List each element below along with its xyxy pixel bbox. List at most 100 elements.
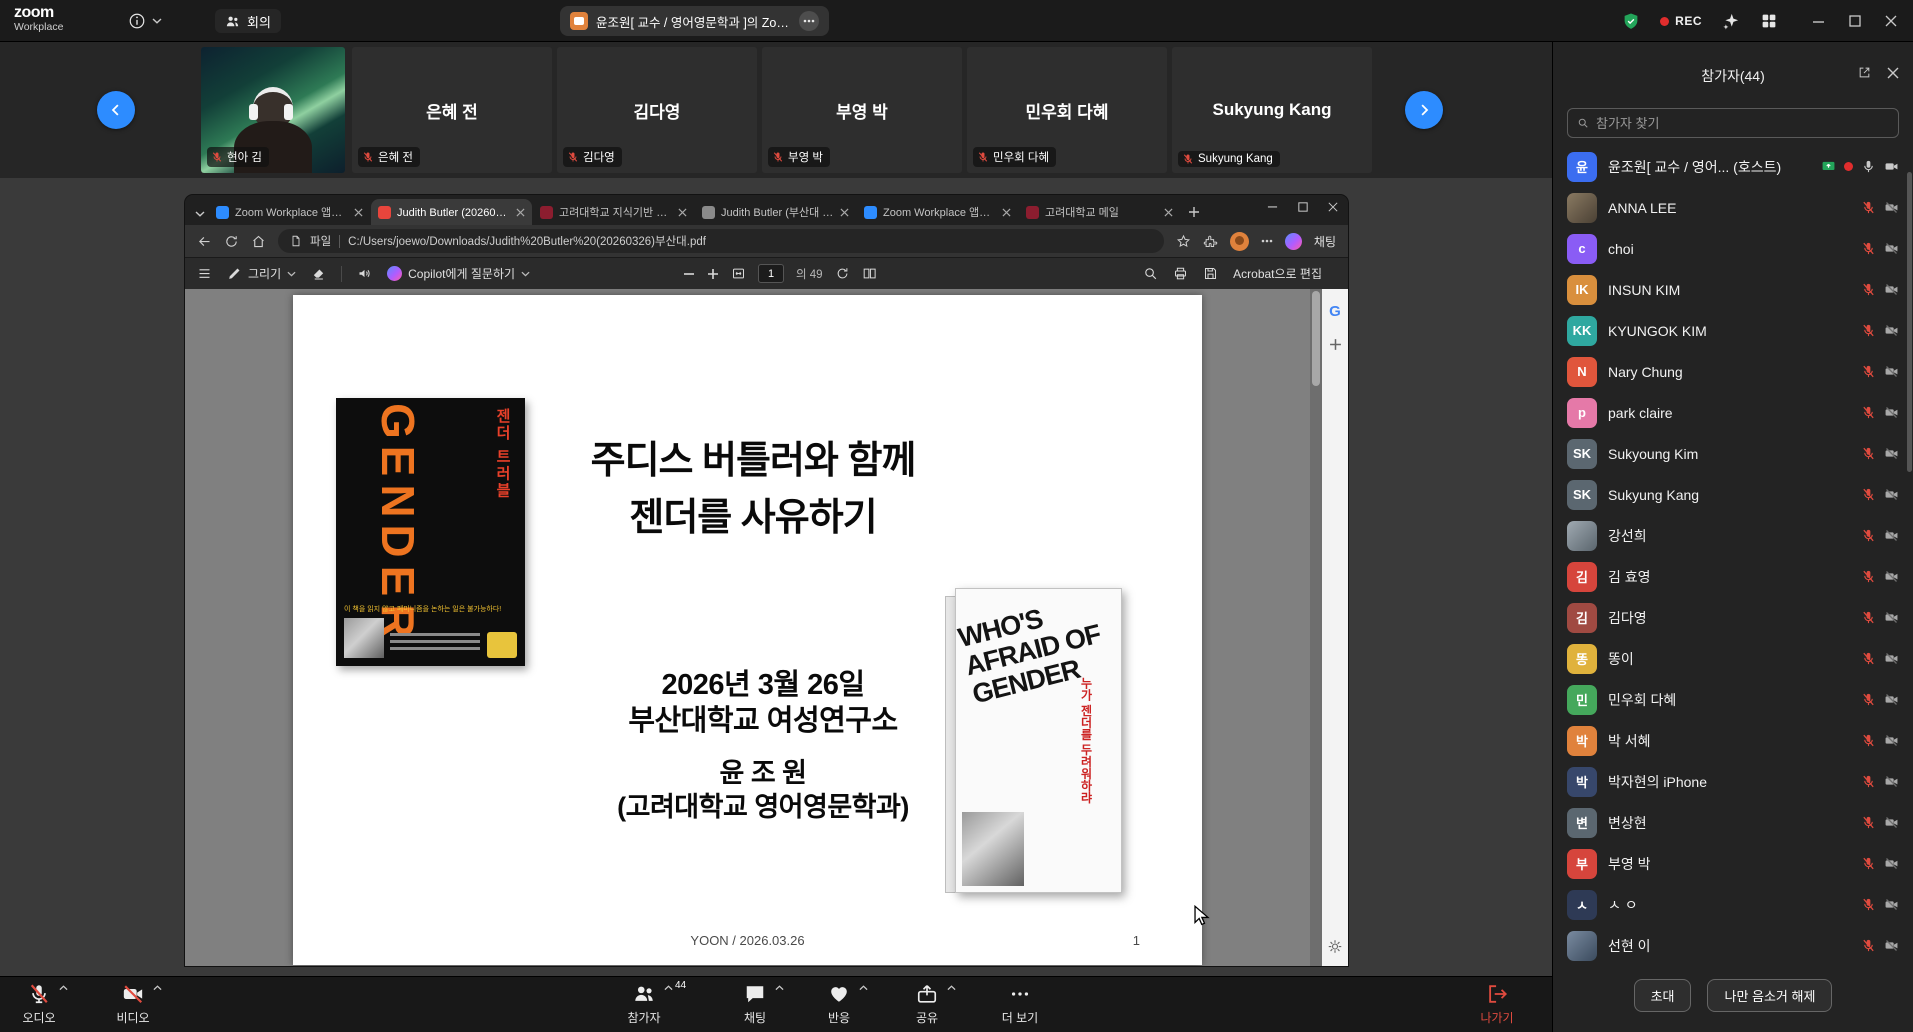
browser-maximize-icon[interactable] [1298,202,1308,212]
tab-search-icon[interactable] [195,211,205,217]
browser-tab[interactable]: Zoom Workplace 앱에서 참가 [209,199,370,225]
participant-row[interactable]: ANNA LEE [1553,187,1913,228]
video-button[interactable]: 비디오 [100,982,166,1026]
video-options-chevron[interactable] [153,985,162,991]
browser-tab[interactable]: Judith Butler (부산대 여성연구소) [695,199,856,225]
print-icon[interactable] [1173,266,1188,281]
pdf-scrollbar[interactable] [1310,289,1322,966]
popout-panel-icon[interactable] [1858,66,1871,79]
ai-companion-icon[interactable] [1722,12,1740,30]
participant-row[interactable]: c choi [1553,228,1913,269]
participant-row[interactable]: 부 부영 박 [1553,843,1913,884]
refresh-icon[interactable] [224,234,239,249]
browser-tab[interactable]: Zoom Workplace 앱에서 참가 [857,199,1018,225]
apps-grid-icon[interactable] [1760,12,1778,30]
participants-options-chevron[interactable] [664,985,673,991]
unmute-all-button[interactable]: 나만 음소거 해제 [1707,979,1832,1012]
minimize-icon[interactable] [1812,15,1825,28]
security-shield-icon[interactable] [1622,12,1640,30]
participant-row[interactable]: 민 민우회 다혜 [1553,679,1913,720]
fit-page-icon[interactable] [731,266,746,281]
more-button[interactable]: 더 보기 [987,982,1053,1026]
participant-row[interactable]: SK Sukyung Kang [1553,474,1913,515]
participant-row[interactable]: 김 김 효영 [1553,556,1913,597]
reactions-options-chevron[interactable] [859,985,868,991]
share-options-chevron[interactable] [947,985,956,991]
copilot-icon[interactable] [1285,233,1302,250]
read-aloud-icon[interactable] [357,266,372,281]
zoom-in-icon[interactable] [707,268,719,280]
favorite-star-icon[interactable] [1176,234,1191,249]
participant-row[interactable]: KK KYUNGOK KIM [1553,310,1913,351]
browser-tab[interactable]: Judith Butler (20260326)부산대.pdf [371,199,532,225]
browser-more-icon[interactable] [1261,239,1273,243]
participant-search-input[interactable] [1596,116,1889,131]
participant-row[interactable]: N Nary Chung [1553,351,1913,392]
audio-options-chevron[interactable] [59,985,68,991]
tab-close-icon[interactable] [678,208,687,217]
participant-row[interactable]: 윤 윤조원[ 교수 / 영어... (호스트) [1553,146,1913,187]
close-panel-icon[interactable] [1887,67,1899,79]
participant-row[interactable]: 변 변상현 [1553,802,1913,843]
meeting-title-tab[interactable]: 윤조원[ 교수 / 영어영문학과 ]의 Zoom 회의 [560,6,829,36]
tab-close-icon[interactable] [1002,208,1011,217]
scrollbar-thumb[interactable] [1312,291,1320,386]
participant-row[interactable]: IK INSUN KIM [1553,269,1913,310]
chat-button[interactable]: 채팅 [722,982,788,1026]
copilot-chat-label[interactable]: 채팅 [1314,233,1336,250]
tab-close-icon[interactable] [354,208,363,217]
page-layout-icon[interactable] [862,266,877,281]
participant-row[interactable]: 똥 똥이 [1553,638,1913,679]
participant-search-box[interactable] [1567,108,1899,138]
share-screen-button[interactable]: 공유 [894,982,960,1026]
participant-row[interactable]: p park claire [1553,392,1913,433]
pdf-draw-button[interactable]: 그리기 [227,265,296,282]
invite-button[interactable]: 초대 [1634,979,1692,1012]
participant-row[interactable]: SK Sukyoung Kim [1553,433,1913,474]
home-icon[interactable] [251,234,266,249]
chat-options-chevron[interactable] [775,985,784,991]
tab-close-icon[interactable] [516,208,525,217]
browser-profile-avatar[interactable] [1230,232,1249,251]
participant-row[interactable]: 선현 이 [1553,925,1913,966]
gallery-next-button[interactable] [1405,91,1443,129]
participant-row[interactable]: 박 박 서혜 [1553,720,1913,761]
gallery-prev-button[interactable] [97,91,135,129]
meeting-tab[interactable]: 회의 [215,9,281,33]
page-number-input[interactable] [758,264,784,283]
panel-scrollbar[interactable] [1907,172,1912,472]
info-icon[interactable] [128,12,146,30]
rotate-icon[interactable] [835,266,850,281]
close-icon[interactable] [1885,15,1897,27]
tab-close-icon[interactable] [1164,208,1173,217]
sidebar-add-icon[interactable] [1329,338,1342,351]
maximize-icon[interactable] [1849,15,1861,27]
participant-row[interactable]: 김 김다영 [1553,597,1913,638]
google-sidebar-icon[interactable]: G [1329,303,1341,320]
participant-row[interactable]: 박 박자현의 iPhone [1553,761,1913,802]
tab-close-icon[interactable] [840,208,849,217]
browser-minimize-icon[interactable] [1267,201,1278,212]
leave-button[interactable]: 나가기 [1464,982,1530,1026]
audio-button[interactable]: 오디오 [6,982,72,1026]
zoom-out-icon[interactable] [683,268,695,280]
sidebar-settings-gear-icon[interactable] [1328,939,1343,954]
eraser-icon[interactable] [311,266,326,281]
reactions-button[interactable]: 반응 [806,982,872,1026]
url-bar[interactable]: 파일 C:/Users/joewo/Downloads/Judith%20But… [278,229,1164,253]
back-icon[interactable] [197,234,212,249]
acrobat-edit-button[interactable]: Acrobat으로 편집 [1233,265,1322,282]
save-icon[interactable] [1203,266,1218,281]
meeting-options-icon[interactable] [799,11,819,31]
pdf-copilot-button[interactable]: Copilot에게 질문하기 [387,265,530,282]
browser-close-icon[interactable] [1328,202,1338,212]
pdf-menu-icon[interactable] [197,266,212,281]
browser-tab[interactable]: 고려대학교 메일 [1019,199,1180,225]
participant-row[interactable]: ㅅ ㅅ ㅇ [1553,884,1913,925]
browser-tab[interactable]: 고려대학교 지식기반 포털시스템 [533,199,694,225]
extensions-icon[interactable] [1203,234,1218,249]
participant-row[interactable]: 강선희 [1553,515,1913,556]
chevron-down-icon[interactable] [152,18,162,24]
participants-button[interactable]: 44 참가자 [611,982,677,1026]
pdf-search-icon[interactable] [1143,266,1158,281]
